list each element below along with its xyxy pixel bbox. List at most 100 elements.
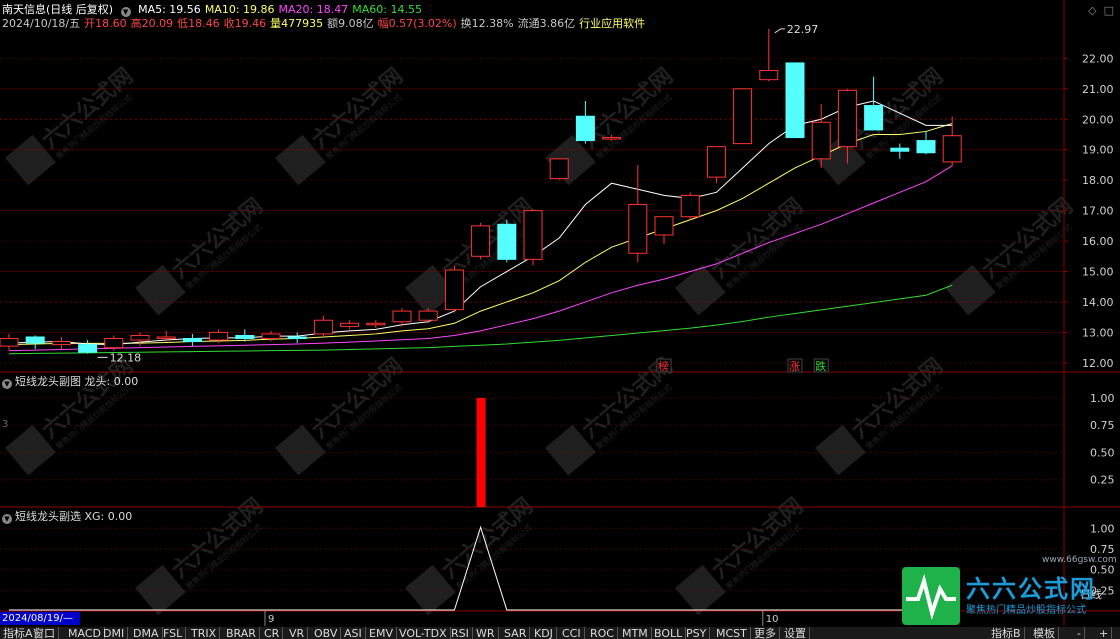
candle-body[interactable] — [680, 194, 700, 218]
candle-body[interactable] — [471, 225, 491, 257]
candle-body[interactable] — [759, 70, 779, 81]
indicator-tab[interactable]: FSL — [160, 627, 187, 639]
candle-body[interactable] — [182, 338, 202, 343]
indicator-tab[interactable]: 设置 — [781, 627, 810, 639]
candle-body[interactable] — [654, 216, 674, 236]
candle-body[interactable] — [51, 341, 71, 346]
logo-title: 六六公式网 — [966, 575, 1096, 603]
indicator-tab[interactable]: 模板 — [1030, 627, 1059, 639]
maximize-icon[interactable]: □ — [1104, 4, 1114, 17]
candle-body[interactable] — [549, 158, 569, 180]
candle-body[interactable] — [78, 344, 98, 353]
window-controls[interactable]: ◇ □ — [1088, 4, 1114, 17]
indicator-tab[interactable]: TRIX — [188, 627, 221, 639]
watermark-text: 六六公式网 — [38, 64, 138, 154]
indicator-tab[interactable]: CCI — [559, 627, 585, 639]
indicator-tab[interactable]: BOLL — [651, 627, 687, 639]
candle-body[interactable] — [864, 105, 884, 131]
candle-body[interactable] — [313, 319, 333, 335]
candle-body[interactable] — [890, 147, 910, 152]
indicator-tab[interactable]: BRAR — [223, 627, 260, 639]
signal-bar[interactable] — [476, 397, 486, 507]
ma-label: MA10: 19.86 — [204, 3, 275, 16]
dropdown-icon[interactable]: ▼ — [2, 379, 12, 389]
indicator-tab[interactable]: MTM — [619, 627, 652, 639]
event-marker[interactable]: 跌 — [815, 359, 826, 373]
indicator-tab[interactable]: WR — [473, 627, 499, 639]
diamond-icon[interactable]: ◇ — [1088, 4, 1096, 17]
candle-body[interactable] — [523, 210, 543, 260]
candle-body[interactable] — [602, 137, 622, 140]
y-tick-label: 0.25 — [1090, 474, 1115, 487]
y-tick-label: 22.00 — [1082, 52, 1114, 65]
indicator-tab[interactable]: KDJ — [531, 627, 557, 639]
candle-body[interactable] — [811, 121, 831, 160]
candle-body[interactable] — [366, 322, 386, 326]
candle-body[interactable] — [942, 135, 962, 163]
watermark: 六六公式网聚焦热门精品炒股指标公式 — [815, 64, 948, 186]
indicator-tab[interactable]: DMA — [130, 627, 163, 639]
indicator-tab[interactable]: 窗口 — [30, 627, 59, 639]
dropdown-icon[interactable]: ▼ — [2, 514, 12, 524]
quote-field: 开18.60 — [84, 17, 127, 30]
sub1-value: 龙头: 0.00 — [84, 375, 139, 388]
candle-body[interactable] — [733, 88, 753, 145]
candle-body[interactable] — [916, 140, 936, 154]
indicator-tab[interactable]: OBV — [311, 627, 342, 639]
dropdown-icon[interactable]: ▼ — [120, 7, 131, 17]
indicator-tab[interactable]: VR — [286, 627, 309, 639]
indicator-tab[interactable]: DMI — [100, 627, 129, 639]
quote-field: 额9.08亿 — [327, 17, 374, 30]
candle-body[interactable] — [235, 334, 255, 340]
chart-stage[interactable]: 六六公式网聚焦热门精品炒股指标公式 六六公式网聚焦热门精品炒股指标公式 六六公式网聚… — [0, 0, 1120, 639]
y-tick-label: 18.00 — [1082, 174, 1114, 187]
candle-body[interactable] — [628, 204, 648, 254]
candle-body[interactable] — [156, 336, 176, 340]
y-tick-label: 1.00 — [1090, 392, 1115, 405]
indicator-tab[interactable]: PSY — [683, 627, 711, 639]
sub1-title: ▼ 短线龙头副图 龙头: 0.00 — [2, 375, 138, 389]
high-price-label: 22.97 — [787, 23, 819, 36]
candle-body[interactable] — [497, 223, 517, 260]
candle-body[interactable] — [392, 310, 412, 323]
indicator-tab[interactable]: MCST — [713, 627, 751, 639]
zoom-in-icon[interactable]: + — [1096, 627, 1113, 639]
candle-body[interactable] — [575, 115, 595, 142]
indicator-tab[interactable]: RSI — [448, 627, 473, 639]
month-label: 9 — [268, 614, 274, 625]
indicator-tab[interactable]: CR — [261, 627, 284, 639]
candle-body[interactable] — [837, 89, 857, 148]
candle-body[interactable] — [418, 310, 438, 321]
candle-body[interactable] — [104, 338, 124, 349]
candle-body[interactable] — [287, 336, 307, 340]
zoom-out-icon[interactable]: - — [1074, 627, 1085, 639]
indicator-tab[interactable]: VOL-TDX — [396, 627, 451, 639]
event-marker[interactable]: 榜 — [658, 359, 669, 373]
indicator-tab[interactable]: MACD — [65, 627, 105, 639]
candle-body[interactable] — [130, 334, 150, 341]
logo-url: www.66gsw.com — [1042, 555, 1117, 565]
candle-body[interactable] — [261, 333, 281, 340]
event-marker[interactable]: 涨 — [789, 360, 800, 373]
candle-body[interactable] — [444, 269, 464, 311]
sub1-left-mark: 3 — [2, 419, 9, 430]
indicator-tab[interactable]: ROC — [587, 627, 618, 639]
indicator-tab[interactable]: EMV — [366, 627, 397, 639]
quote-field: 行业应用软件 — [579, 17, 646, 30]
watermark: 六六公式网聚焦热门精品炒股指标公式 — [5, 354, 138, 476]
candle-body[interactable] — [25, 336, 45, 344]
watermark-text: 六六公式网 — [848, 354, 948, 444]
candle-body[interactable] — [340, 322, 360, 327]
candle-body[interactable] — [706, 146, 726, 178]
candle-body[interactable] — [0, 338, 19, 347]
y-tick-label: 16.00 — [1082, 235, 1114, 248]
sub2-title: ▼ 短线龙头副选 XG: 0.00 — [2, 510, 132, 524]
sub2-name: 短线龙头副选 — [15, 510, 81, 523]
indicator-tab[interactable]: SAR — [501, 627, 531, 639]
candle-body[interactable] — [785, 62, 805, 139]
indicator-tab[interactable]: 更多 — [751, 627, 780, 639]
indicator-tab[interactable]: 指标B — [988, 627, 1025, 639]
indicator-tab-bar: 指标A 窗口 MACD DMI DMA FSL TRIX BRAR CR VR OBV ASI EMV V… — [0, 627, 1120, 639]
indicator-tab[interactable]: ASI — [341, 627, 366, 639]
candle-body[interactable] — [209, 331, 229, 341]
